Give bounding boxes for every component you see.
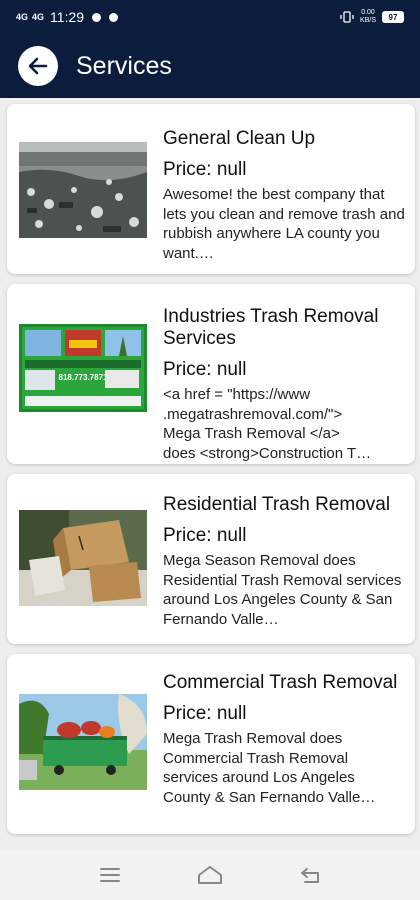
service-name: General Clean Up (163, 128, 316, 149)
service-card[interactable]: Commercial Trash Removal Price: null Meg… (7, 654, 415, 834)
service-price: Price: null (163, 359, 247, 380)
service-image (19, 510, 147, 606)
back-button[interactable] (18, 46, 58, 86)
home-icon (198, 866, 222, 884)
service-description: <a href = "https://www .megatrashremoval… (163, 386, 372, 462)
signal-indicator-1: 4G (16, 12, 29, 22)
service-description: Mega Season Removal does Residential Tra… (163, 552, 402, 628)
vibrate-icon (340, 11, 354, 23)
service-name: Industries Trash Removal Services (163, 306, 379, 349)
signal-indicator-2: 4G (32, 12, 45, 22)
menu-button[interactable] (90, 855, 130, 895)
menu-icon (100, 868, 120, 882)
page-title: Services (76, 51, 172, 80)
notification-icon (109, 12, 119, 22)
service-image (19, 142, 147, 238)
service-card[interactable]: General Clean Up Price: null Awesome! th… (7, 104, 415, 274)
back-icon (301, 868, 319, 883)
system-back-button[interactable] (290, 855, 330, 895)
home-button[interactable] (190, 855, 230, 895)
service-image (19, 694, 147, 790)
service-price: Price: null (163, 159, 247, 180)
service-description: Awesome! the best company that lets you … (163, 186, 405, 262)
service-description: Mega Trash Removal does Commercial Trash… (163, 730, 376, 806)
service-price: Price: null (163, 525, 247, 546)
battery-icon: 97 (382, 11, 404, 23)
service-card[interactable]: 818.773.7871 Industries Trash Removal Se… (7, 284, 415, 464)
service-name: Commercial Trash Removal (163, 672, 398, 693)
services-list[interactable]: General Clean Up Price: null Awesome! th… (0, 98, 420, 850)
messenger-icon (92, 12, 102, 22)
image-phone: 818.773.7871 (59, 373, 108, 382)
network-speed: 0.00 KB/S (360, 9, 376, 24)
status-bar: 4G 4G 11:29 0.00 KB/S 97 (0, 0, 420, 34)
arrow-left-icon (28, 57, 48, 75)
service-name: Residential Trash Removal (163, 494, 391, 515)
service-card[interactable]: Residential Trash Removal Price: null Me… (7, 474, 415, 644)
service-image: 818.773.7871 (19, 324, 147, 412)
service-price: Price: null (163, 703, 247, 724)
status-time: 11:29 (50, 9, 85, 25)
app-bar: Services (0, 34, 420, 98)
system-nav-bar (0, 850, 420, 900)
